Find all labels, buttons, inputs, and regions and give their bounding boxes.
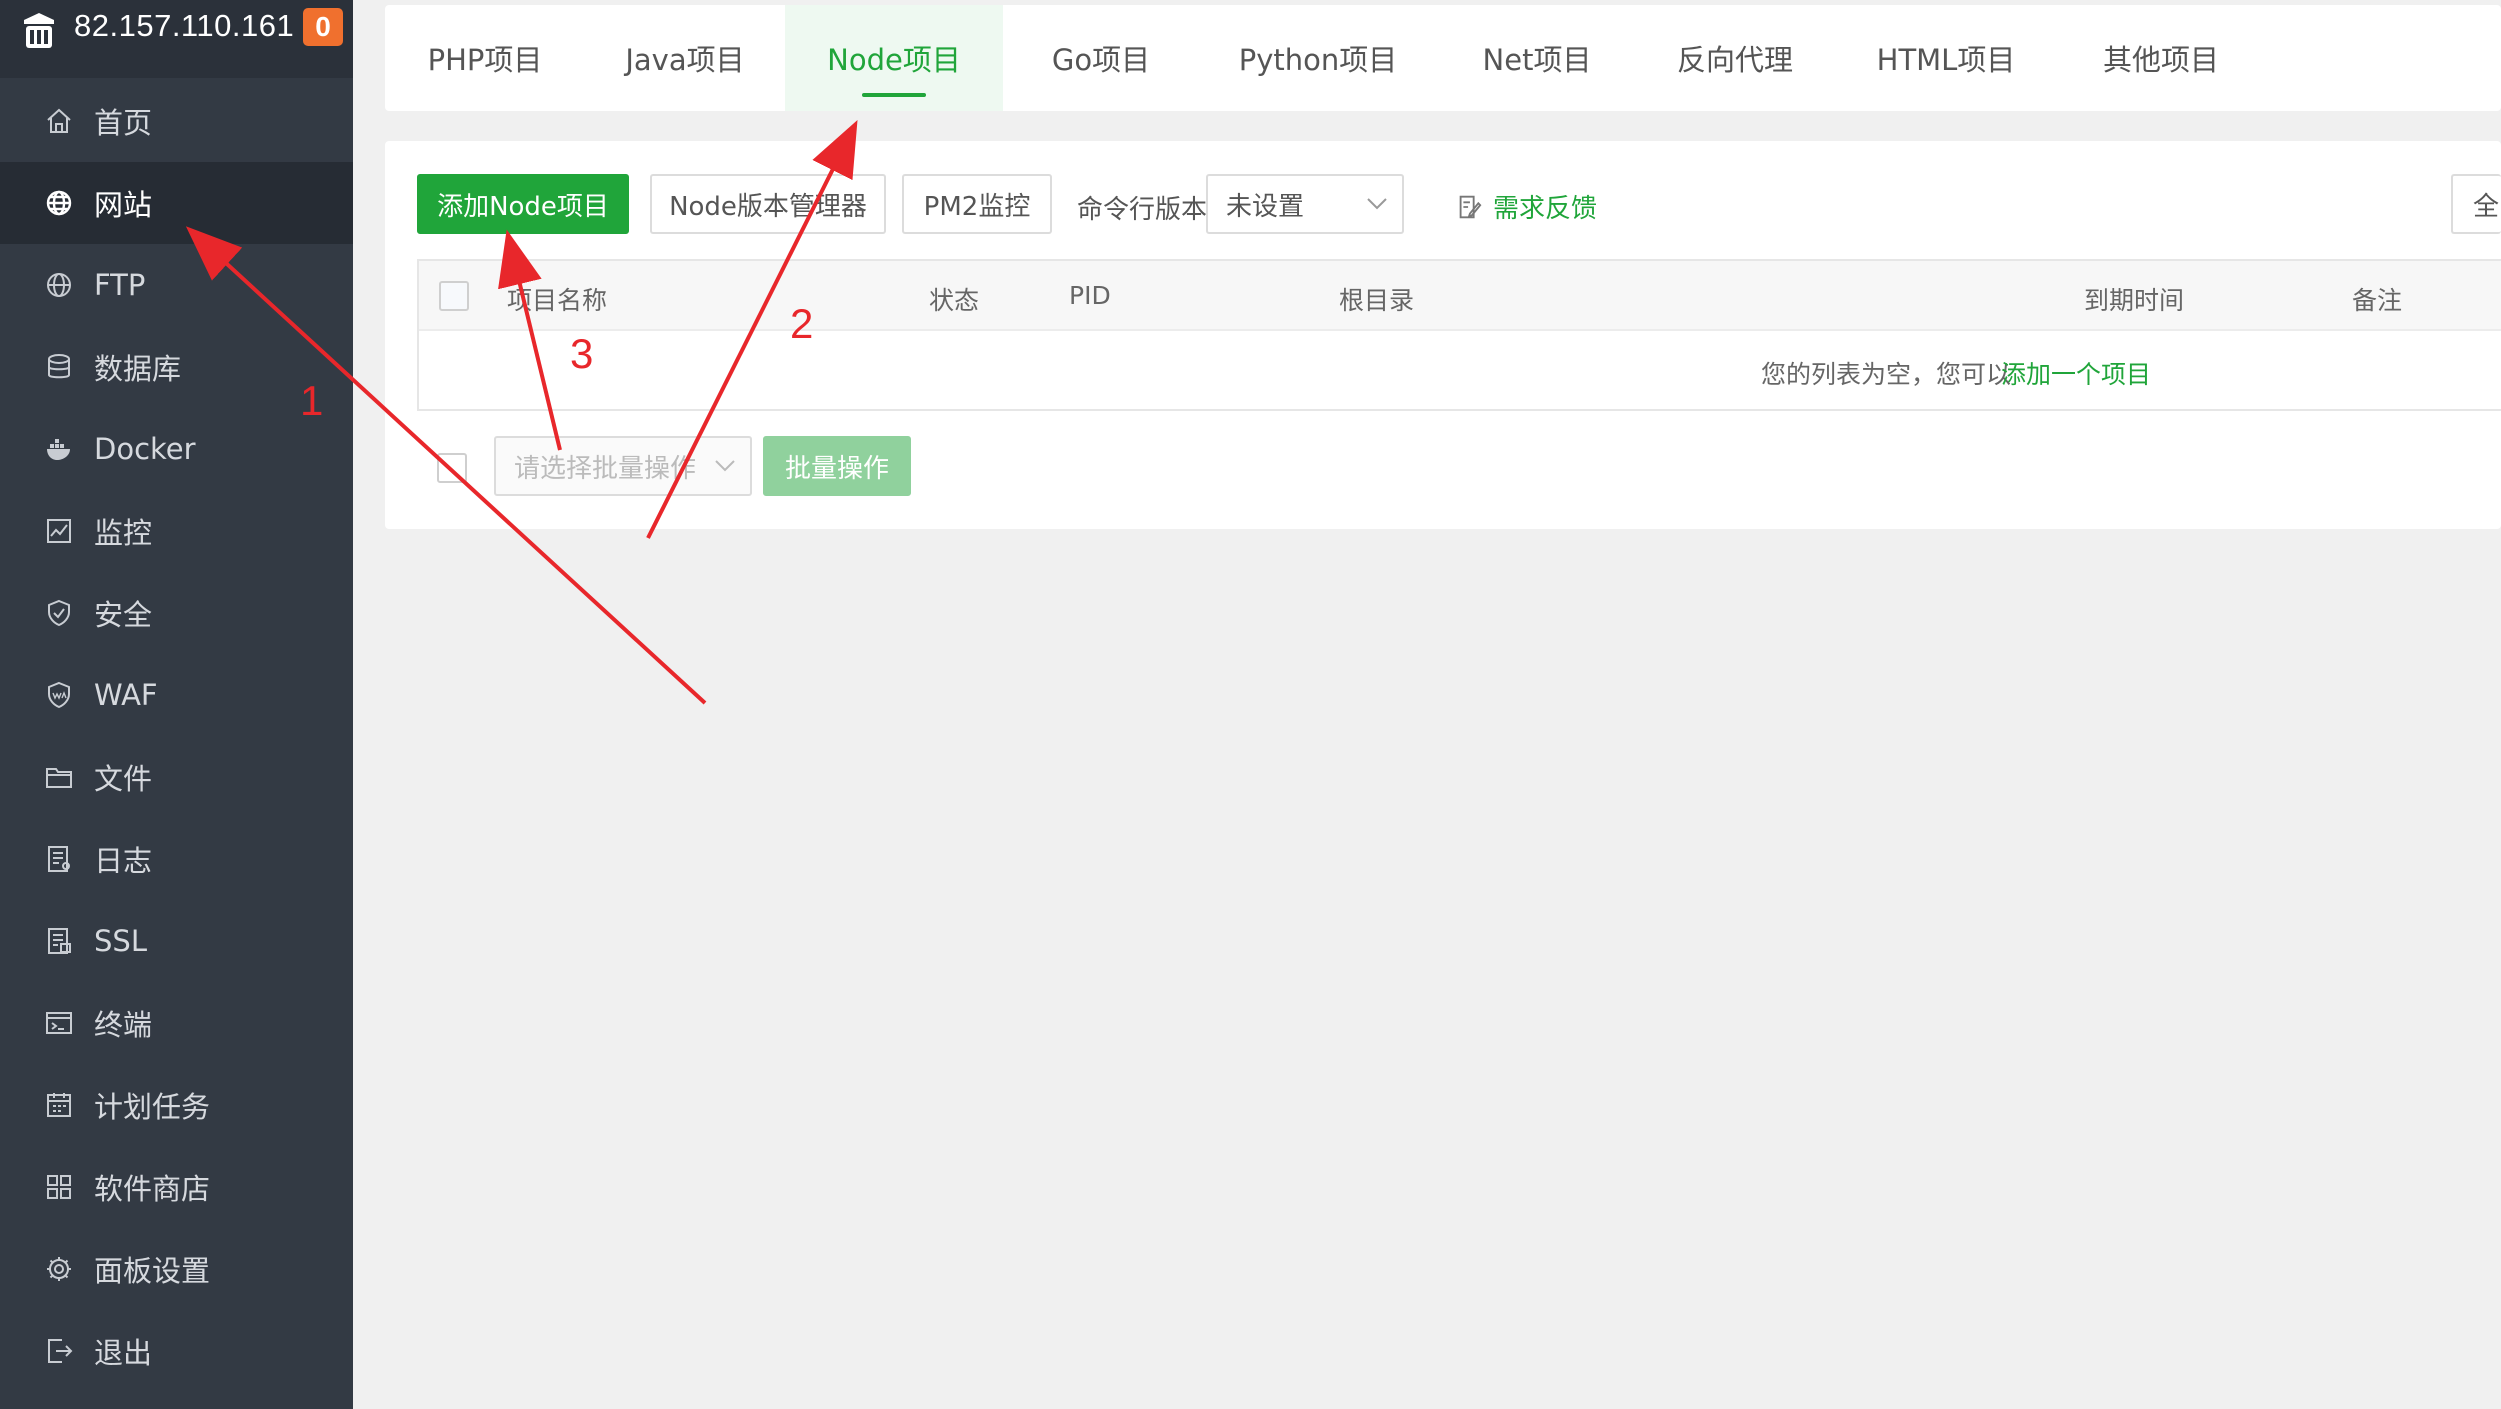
sidebar-item-label: 计划任务 — [94, 1090, 211, 1124]
ssl-icon — [42, 924, 76, 958]
sidebar-item-cron[interactable]: 计划任务 — [0, 1064, 353, 1146]
gear-icon — [42, 1252, 76, 1286]
cli-version-value: 未设置 — [1226, 191, 1305, 222]
select-all-checkbox[interactable] — [439, 281, 469, 311]
sidebar-item-logs[interactable]: 日志 — [0, 818, 353, 900]
sidebar-item-label: 首页 — [94, 106, 153, 140]
calendar-icon — [42, 1088, 76, 1122]
sidebar-item-label: 退出 — [94, 1336, 153, 1370]
tab-go[interactable]: Go项目 — [1003, 5, 1199, 111]
waf-shield-icon — [42, 678, 76, 712]
sidebar-item-terminal[interactable]: 终端 — [0, 982, 353, 1064]
add-project-link[interactable]: 添加一个项目 — [2001, 355, 2151, 391]
sidebar-item-label: 日志 — [94, 844, 153, 878]
node-project-panel: 添加Node项目 Node版本管理器 PM2监控 命令行版本 未设置 需求反馈 … — [385, 141, 2501, 529]
tab-net[interactable]: Net项目 — [1437, 5, 1637, 111]
edit-note-icon — [1459, 195, 1482, 218]
sidebar-item-security[interactable]: 安全 — [0, 572, 353, 654]
docker-icon — [42, 432, 76, 466]
sidebar-item-logout[interactable]: 退出 — [0, 1310, 353, 1392]
tab-reverse-proxy[interactable]: 反向代理 — [1637, 5, 1833, 111]
monitor-icon — [42, 514, 76, 548]
add-node-project-button[interactable]: 添加Node项目 — [417, 174, 629, 234]
globe-icon — [42, 186, 76, 220]
table-empty-row: 您的列表为空，您可以 添加一个项目 — [419, 331, 2501, 411]
sidebar-item-waf[interactable]: WAF — [0, 654, 353, 736]
database-icon — [42, 350, 76, 384]
cli-version-select[interactable]: 未设置 — [1206, 174, 1404, 234]
sidebar-item-ftp[interactable]: FTP — [0, 244, 353, 326]
sidebar-item-home[interactable]: 首页 — [0, 80, 353, 162]
project-type-tabs: PHP项目 Java项目 Node项目 Go项目 Python项目 Net项目 … — [385, 5, 2501, 111]
feedback-label: 需求反馈 — [1493, 194, 1598, 224]
column-header-pid[interactable]: PID — [1069, 281, 1111, 310]
sidebar-item-label: 软件商店 — [94, 1172, 211, 1206]
server-ip: 82.157.110.161 — [74, 8, 295, 43]
tab-other[interactable]: 其他项目 — [2059, 5, 2263, 111]
chevron-down-icon — [715, 460, 735, 472]
sidebar-item-monitor[interactable]: 监控 — [0, 490, 353, 572]
terminal-icon — [42, 1006, 76, 1040]
annotation-number-2: 2 — [790, 300, 814, 347]
folder-icon — [42, 760, 76, 794]
sidebar-item-website[interactable]: 网站 — [0, 162, 353, 244]
batch-operation-placeholder: 请选择批量操作 — [514, 453, 697, 484]
column-header-root[interactable]: 根目录 — [1339, 281, 1414, 317]
annotation-number-1: 1 — [300, 377, 324, 424]
sidebar-header: 82.157.110.161 0 — [0, 0, 353, 78]
cli-version-label: 命令行版本 — [1077, 195, 1208, 225]
tab-java[interactable]: Java项目 — [585, 5, 785, 111]
bt-logo-icon — [24, 13, 54, 48]
sidebar-item-ssl[interactable]: SSL — [0, 900, 353, 982]
batch-select-checkbox[interactable] — [437, 453, 467, 483]
batch-operation-button[interactable]: 批量操作 — [763, 436, 911, 496]
tab-node[interactable]: Node项目 — [785, 5, 1003, 111]
sidebar-item-label: Docker — [94, 432, 196, 466]
sidebar-item-label: 网站 — [94, 188, 153, 222]
chevron-down-icon — [1367, 198, 1387, 210]
sidebar-nav: 首页 网站 FTP 数据库 Docker 监控 安全 WAF 文件 日志 SSL… — [0, 80, 353, 1392]
sidebar-item-label: 监控 — [94, 516, 153, 550]
sidebar-item-label: 安全 — [94, 598, 153, 632]
sidebar: 82.157.110.161 0 首页 网站 FTP 数据库 Docker 监控 — [0, 0, 353, 1409]
full-screen-button[interactable]: 全 — [2451, 174, 2501, 234]
node-version-manager-button[interactable]: Node版本管理器 — [650, 174, 886, 234]
apps-icon — [42, 1170, 76, 1204]
ftp-icon — [42, 268, 76, 302]
shield-icon — [42, 596, 76, 630]
column-header-status[interactable]: 状态 — [929, 281, 979, 317]
sidebar-item-settings[interactable]: 面板设置 — [0, 1228, 353, 1310]
column-header-expire[interactable]: 到期时间 — [2084, 281, 2184, 317]
sidebar-item-store[interactable]: 软件商店 — [0, 1146, 353, 1228]
column-header-name[interactable]: 项目名称 — [507, 281, 607, 317]
log-icon — [42, 842, 76, 876]
feedback-link[interactable]: 需求反馈 — [1455, 188, 1597, 225]
sidebar-item-label: 数据库 — [94, 352, 182, 386]
column-header-remark[interactable]: 备注 — [2352, 281, 2402, 317]
tab-html[interactable]: HTML项目 — [1833, 5, 2059, 111]
sidebar-item-label: 面板设置 — [94, 1254, 211, 1288]
logout-icon — [42, 1334, 76, 1368]
empty-message: 您的列表为空，您可以 — [1761, 360, 2012, 389]
pm2-monitor-button[interactable]: PM2监控 — [902, 174, 1052, 234]
sidebar-item-label: 终端 — [94, 1008, 153, 1042]
tab-php[interactable]: PHP项目 — [385, 5, 585, 111]
project-table: 项目名称 状态 PID 根目录 到期时间 备注 您的列表为空，您可以 添加一个项… — [417, 259, 2501, 411]
sidebar-item-label: 文件 — [94, 762, 153, 796]
home-icon — [42, 104, 76, 138]
sidebar-item-label: SSL — [94, 924, 147, 958]
annotation-number-3: 3 — [570, 330, 594, 377]
batch-operation-select[interactable]: 请选择批量操作 — [494, 436, 752, 496]
sidebar-item-files[interactable]: 文件 — [0, 736, 353, 818]
table-header: 项目名称 状态 PID 根目录 到期时间 备注 — [419, 261, 2501, 331]
tab-python[interactable]: Python项目 — [1199, 5, 1437, 111]
sidebar-item-label: WAF — [94, 678, 158, 712]
notification-badge[interactable]: 0 — [303, 8, 343, 46]
sidebar-item-label: FTP — [94, 268, 146, 302]
